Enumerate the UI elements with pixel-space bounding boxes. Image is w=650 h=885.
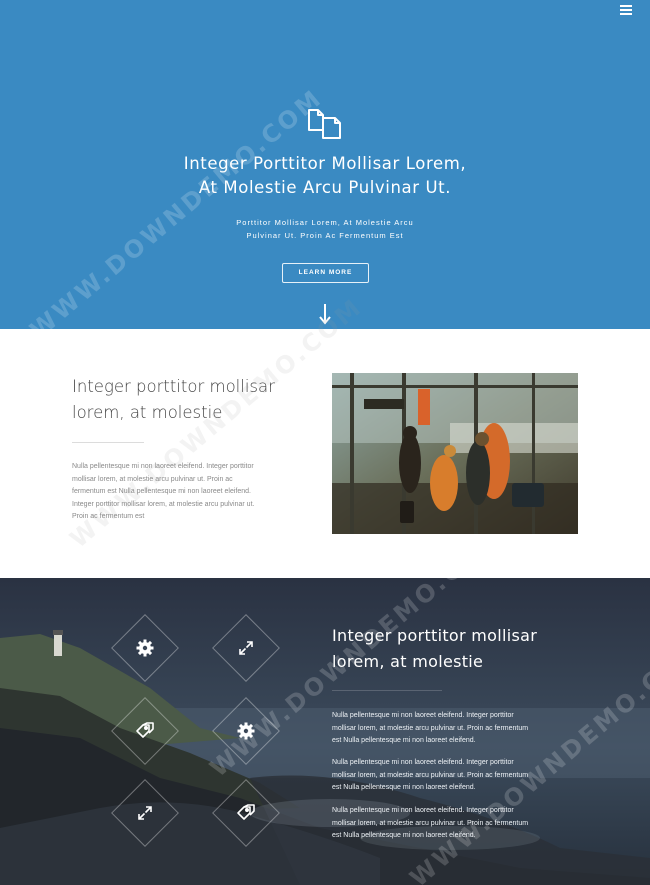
gear-icon xyxy=(136,639,154,657)
resize-icon xyxy=(138,806,152,820)
features-text-line: Nulla pellentesque mi non laoreet eleife… xyxy=(332,807,514,814)
features-paragraph: Nulla pellentesque mi non laoreet eleife… xyxy=(332,710,594,748)
about-text-line: Integer porttitor mollisar lorem, at mol… xyxy=(72,500,255,508)
about-text-line: fermentum est Nulla pellentesque mi non … xyxy=(72,488,251,495)
hero-section: Integer Porttitor Mollisar Lorem, At Mol… xyxy=(0,0,650,344)
tags-icon xyxy=(136,722,154,738)
features-text-line: mollisar lorem, at molestie arcu pulvina… xyxy=(332,819,529,827)
airport-photo xyxy=(332,373,578,534)
divider xyxy=(72,442,144,443)
about-heading-line: Integer porttitor mollisar xyxy=(72,377,275,396)
copy-documents-icon xyxy=(308,109,341,139)
hero-title-line: At Molestie Arcu Pulvinar Ut. xyxy=(198,178,452,197)
hero-subtitle-line: Porttitor Mollisar Lorem, At Molestie Ar… xyxy=(236,218,414,227)
divider xyxy=(332,690,442,691)
features-text-line: est Nulla pellentesque mi non laoreet el… xyxy=(332,784,476,791)
arrow-down-icon[interactable] xyxy=(317,303,333,325)
about-text-line: Proin ac fermentum est xyxy=(72,513,145,520)
hamburger-menu-icon[interactable] xyxy=(620,5,632,15)
features-heading-line: Integer porttitor mollisar xyxy=(332,626,538,645)
hero-title-line: Integer Porttitor Mollisar Lorem, xyxy=(183,154,467,173)
hero-title: Integer Porttitor Mollisar Lorem, At Mol… xyxy=(0,152,650,200)
features-text-line: mollisar lorem, at molestie arcu pulvina… xyxy=(332,771,529,779)
features-heading-line: lorem, at molestie xyxy=(332,652,484,671)
gear-icon xyxy=(237,722,255,740)
features-heading: Integer porttitor mollisar lorem, at mol… xyxy=(332,623,592,675)
features-text-line: Nulla pellentesque mi non laoreet eleife… xyxy=(332,759,514,766)
about-heading-line: lorem, at molestie xyxy=(72,403,223,422)
features-section: Integer porttitor mollisar lorem, at mol… xyxy=(0,578,650,885)
about-section: Integer porttitor mollisar lorem, at mol… xyxy=(0,293,650,578)
hero-subtitle: Porttitor Mollisar Lorem, At Molestie Ar… xyxy=(0,216,650,242)
about-text-line: Nulla pellentesque mi non laoreet eleife… xyxy=(72,463,254,470)
about-text-line: mollisar lorem, at molestie arcu pulvina… xyxy=(72,475,233,483)
learn-more-button[interactable]: LEARN MORE xyxy=(282,263,369,283)
features-text-line: Nulla pellentesque mi non laoreet eleife… xyxy=(332,712,514,719)
hero-subtitle-line: Pulvinar Ut. Proin Ac Fermentum Est xyxy=(246,231,404,240)
resize-icon xyxy=(239,641,253,655)
about-heading: Integer porttitor mollisar lorem, at mol… xyxy=(72,374,302,426)
features-paragraph: Nulla pellentesque mi non laoreet eleife… xyxy=(332,757,594,795)
about-paragraph: Nulla pellentesque mi non laoreet eleife… xyxy=(72,461,294,524)
features-text-line: mollisar lorem, at molestie arcu pulvina… xyxy=(332,724,529,732)
features-paragraph: Nulla pellentesque mi non laoreet eleife… xyxy=(332,805,594,843)
watermark-text: WWW.DOWNDEMO.COM xyxy=(24,83,328,345)
features-text-line: est Nulla pellentesque mi non laoreet el… xyxy=(332,832,476,839)
features-text-line: est Nulla pellentesque mi non laoreet el… xyxy=(332,737,476,744)
tags-icon xyxy=(237,804,255,820)
